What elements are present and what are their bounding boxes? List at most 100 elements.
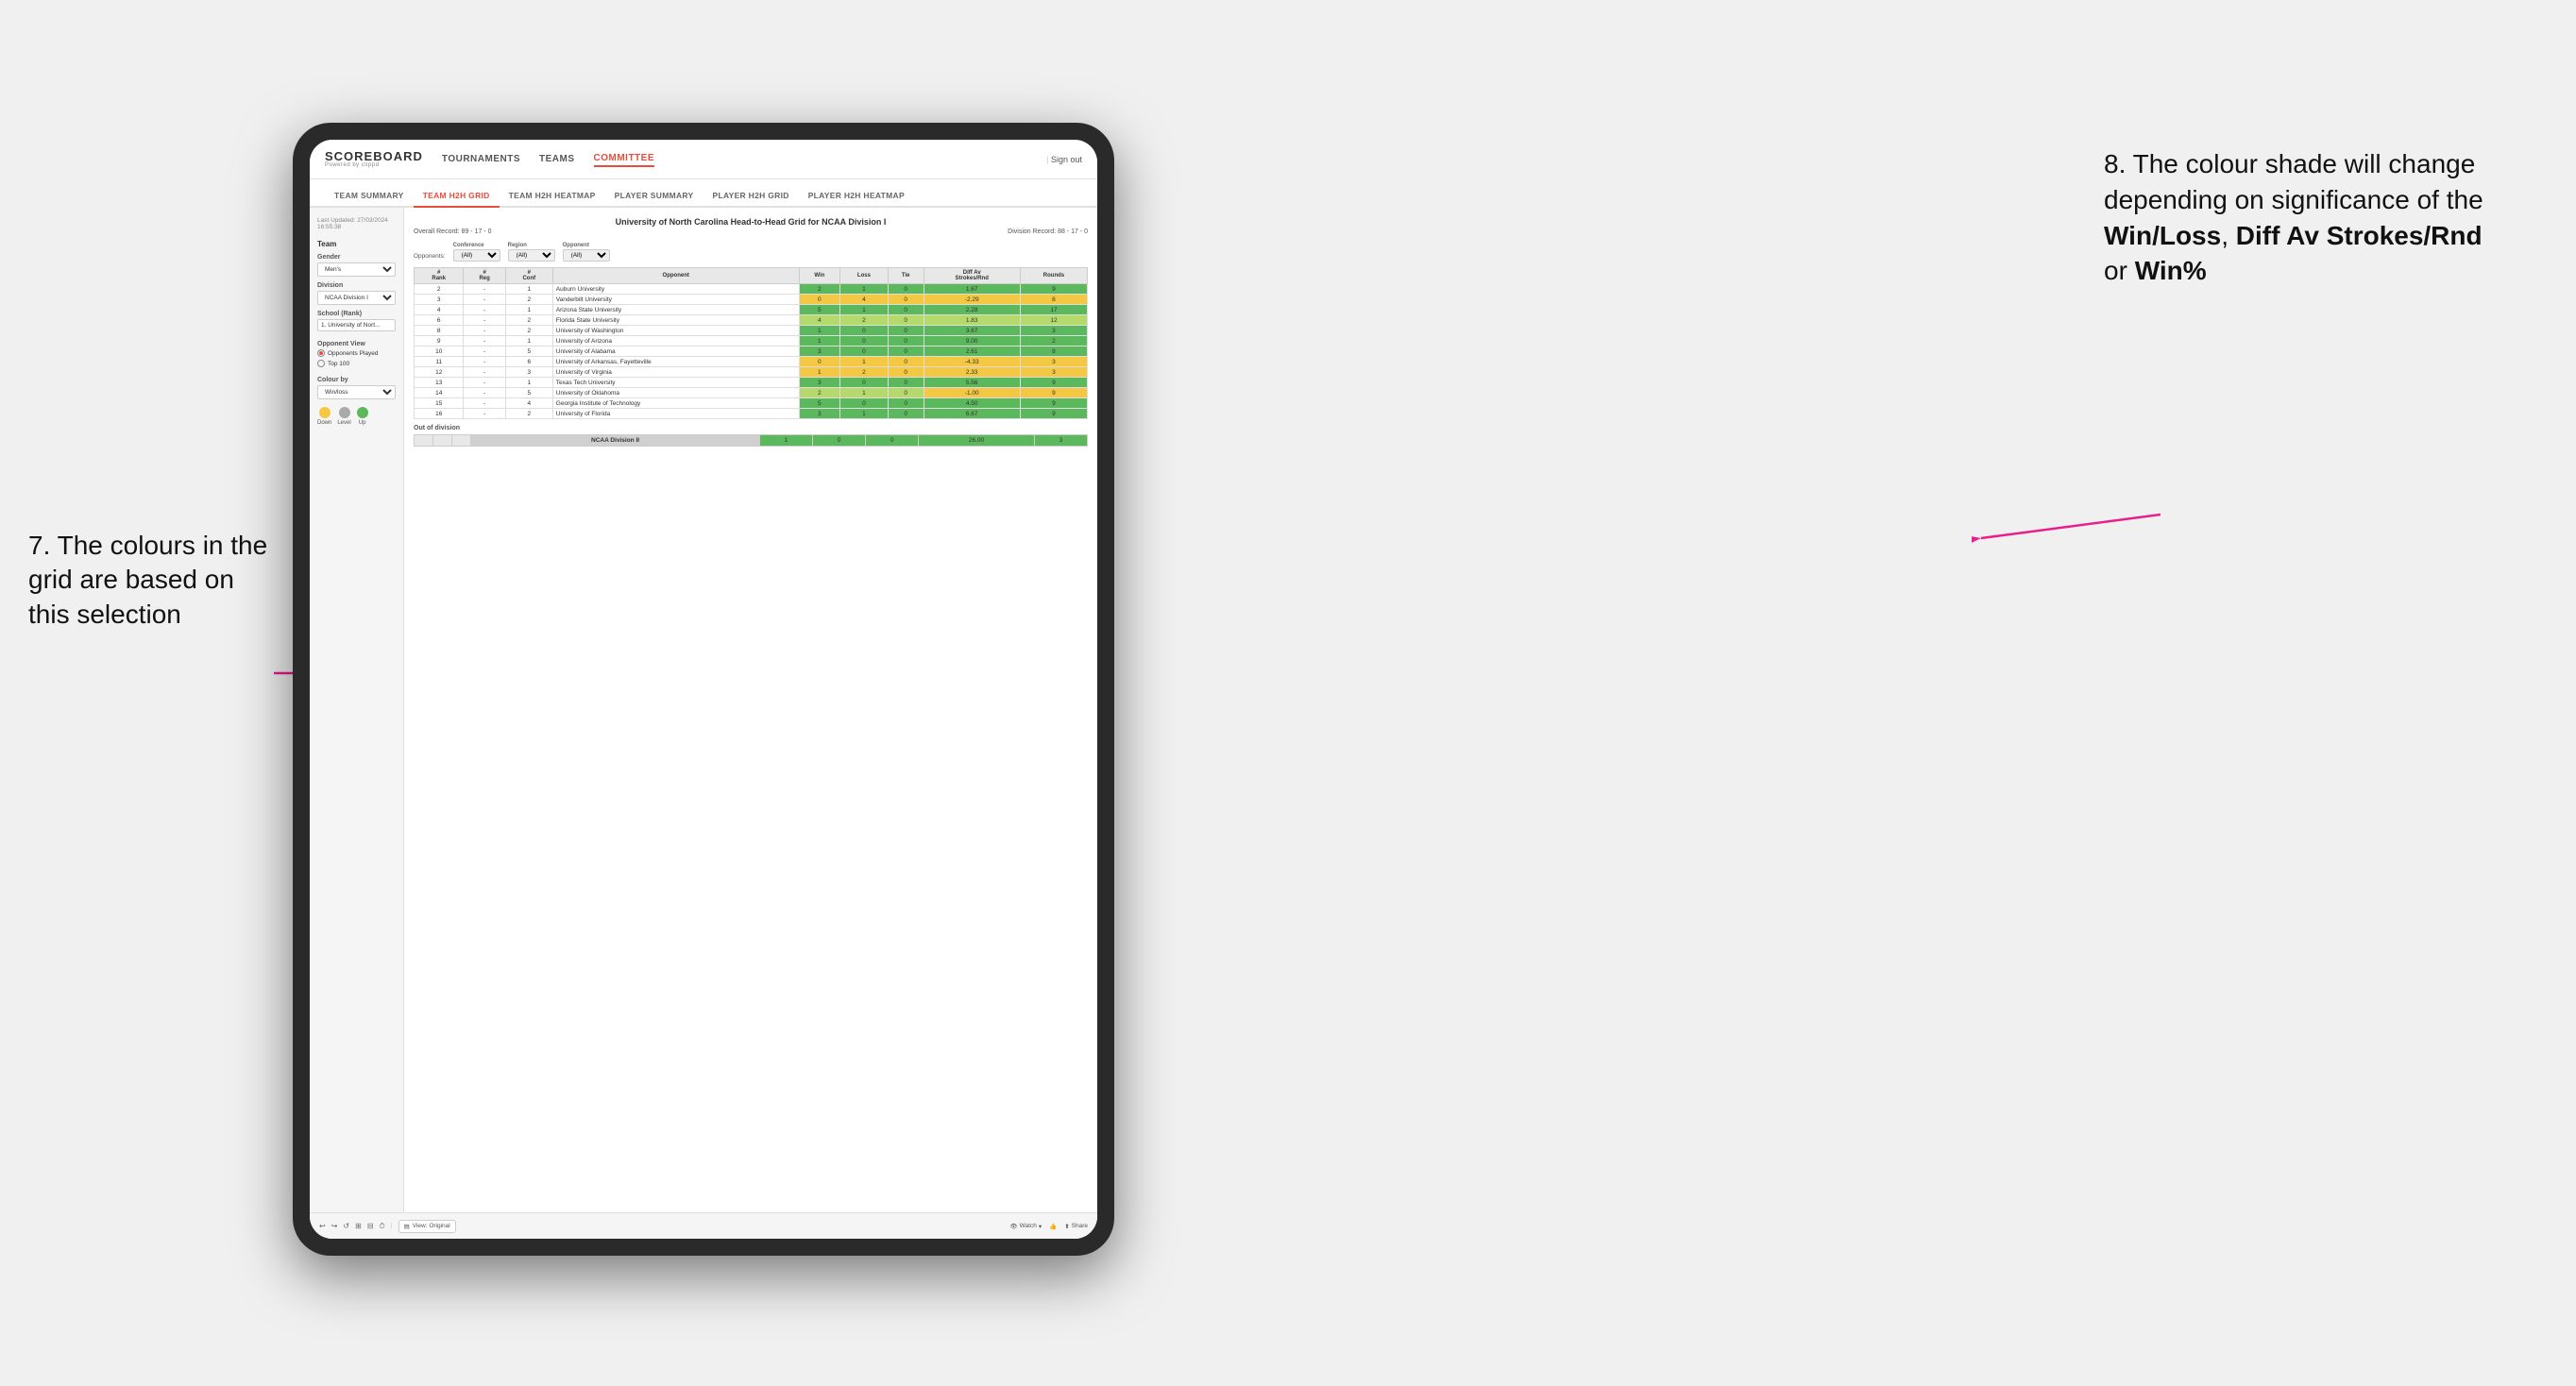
- bottom-toolbar: ↩ ↪ ↺ ⊞ ⊟ ⏱ | ▤ View: Original 👁 Watch ▾…: [310, 1212, 1097, 1239]
- arrow-right: [1972, 500, 2161, 548]
- table-row: 16-2University of Florida3106.679: [415, 409, 1088, 419]
- view-icon: ▤: [404, 1223, 410, 1230]
- watch-chevron: ▾: [1039, 1223, 1042, 1230]
- division-record: Division Record: 88 - 17 - 0: [1008, 228, 1088, 235]
- radio-opponents-played[interactable]: Opponents Played: [317, 349, 396, 357]
- overall-record: Overall Record: 89 - 17 - 0: [414, 228, 491, 235]
- nav-tournaments[interactable]: TOURNAMENTS: [442, 152, 520, 166]
- sidebar-gender-select[interactable]: Men's: [317, 262, 396, 277]
- colour-by-select[interactable]: Win/loss: [317, 385, 396, 399]
- radio-top100[interactable]: Top 100: [317, 360, 396, 367]
- out-division-rounds: 3: [1034, 435, 1087, 447]
- grid-records: Overall Record: 89 - 17 - 0 Division Rec…: [414, 228, 1088, 235]
- legend-down: Down: [317, 407, 331, 426]
- col-opponent: Opponent: [552, 268, 799, 284]
- app-header: SCOREBOARD Powered by clippd TOURNAMENTS…: [310, 140, 1097, 179]
- sidebar-school-label: School (Rank): [317, 311, 396, 317]
- redo-icon[interactable]: ↪: [331, 1222, 338, 1230]
- col-win: Win: [799, 268, 839, 284]
- opponents-label: Opponents:: [414, 253, 446, 262]
- out-division-row: NCAA Division II 1 0 0 26.00 3: [415, 435, 1088, 447]
- table-row: 15-4Georgia Institute of Technology5004.…: [415, 398, 1088, 409]
- tab-player-summary[interactable]: PLAYER SUMMARY: [605, 185, 703, 208]
- table-row: 11-6University of Arkansas, Fayetteville…: [415, 357, 1088, 367]
- sidebar-opponent-view: Opponent View Opponents Played Top 100: [317, 341, 396, 367]
- filter-opponent: Opponent (All): [563, 243, 610, 262]
- grid-area: University of North Carolina Head-to-Hea…: [404, 208, 1097, 1239]
- out-division-table: NCAA Division II 1 0 0 26.00 3: [414, 434, 1088, 447]
- col-reg: #Reg: [464, 268, 505, 284]
- conference-select[interactable]: (All): [453, 249, 500, 262]
- tab-player-h2h-grid[interactable]: PLAYER H2H GRID: [703, 185, 799, 208]
- sidebar-division-select[interactable]: NCAA Division I: [317, 291, 396, 305]
- col-tie: Tie: [888, 268, 924, 284]
- tab-team-h2h-heatmap[interactable]: TEAM H2H HEATMAP: [500, 185, 605, 208]
- grid-icon[interactable]: ⊟: [367, 1222, 374, 1230]
- sidebar: Last Updated: 27/03/2024 16:55:38 Team G…: [310, 208, 404, 1239]
- table-row: 14-5University of Oklahoma210-1.009: [415, 388, 1088, 398]
- table-row: 13-1Texas Tech University3005.569: [415, 378, 1088, 388]
- copy-icon[interactable]: ⊞: [355, 1222, 362, 1230]
- main-content: Last Updated: 27/03/2024 16:55:38 Team G…: [310, 208, 1097, 1239]
- nav-committee[interactable]: COMMITTEE: [594, 151, 655, 167]
- toolbar-divider: |: [391, 1223, 393, 1229]
- radio-top100-dot: [317, 360, 325, 367]
- share-button[interactable]: ⬆ Share: [1064, 1223, 1088, 1230]
- sidebar-team-label: Team: [317, 240, 396, 248]
- filter-region: Region (All): [508, 243, 555, 262]
- sidebar-division-label: Division: [317, 282, 396, 289]
- watch-button[interactable]: 👁 Watch ▾: [1009, 1223, 1042, 1230]
- radio-opponents-played-dot: [317, 349, 325, 357]
- legend-down-circle: [319, 407, 330, 418]
- table-row: 10-5University of Alabama3002.618: [415, 346, 1088, 357]
- table-row: 12-3University of Virginia1202.333: [415, 367, 1088, 378]
- logo-sub: Powered by clippd: [325, 162, 423, 168]
- tablet-screen: SCOREBOARD Powered by clippd TOURNAMENTS…: [310, 140, 1097, 1239]
- col-rounds: Rounds: [1020, 268, 1087, 284]
- table-row: 3-2Vanderbilt University040-2.298: [415, 295, 1088, 305]
- logo-area: SCOREBOARD Powered by clippd: [325, 150, 423, 168]
- view-original-button[interactable]: ▤ View: Original: [398, 1220, 456, 1233]
- out-division-name: NCAA Division II: [471, 435, 760, 447]
- clock-icon[interactable]: ⏱: [380, 1222, 385, 1231]
- col-diff: Diff AvStrokes/Rnd: [924, 268, 1020, 284]
- tab-team-h2h-grid[interactable]: TEAM H2H GRID: [414, 185, 500, 208]
- out-division-label: Out of division: [414, 425, 1088, 431]
- filters-row: Opponents: Conference (All) Region (All): [414, 243, 1088, 262]
- undo-icon[interactable]: ↩: [319, 1222, 326, 1230]
- tab-player-h2h-heatmap[interactable]: PLAYER H2H HEATMAP: [799, 185, 914, 208]
- nav-teams[interactable]: TEAMS: [539, 152, 575, 166]
- toolbar-right: 👁 Watch ▾ 👍 ⬆ Share: [1009, 1223, 1088, 1230]
- table-row: 6-2Florida State University4201.8312: [415, 315, 1088, 326]
- out-division-loss: 0: [813, 435, 866, 447]
- tablet-frame: SCOREBOARD Powered by clippd TOURNAMENTS…: [293, 123, 1114, 1256]
- thumbs-button[interactable]: 👍: [1049, 1223, 1057, 1230]
- out-division-win: 1: [760, 435, 813, 447]
- opponent-select[interactable]: (All): [563, 249, 610, 262]
- grid-title: University of North Carolina Head-to-Hea…: [414, 217, 1088, 227]
- out-division-diff: 26.00: [919, 435, 1035, 447]
- table-row: 8-2University of Washington1003.673: [415, 326, 1088, 336]
- data-table: #Rank #Reg #Conf Opponent Win Loss Tie D…: [414, 267, 1088, 419]
- legend-level: Level: [337, 407, 350, 426]
- col-conf: #Conf: [505, 268, 552, 284]
- filter-conference: Conference (All): [453, 243, 500, 262]
- annotation-left: 7. The colours in the grid are based on …: [28, 529, 274, 632]
- region-select[interactable]: (All): [508, 249, 555, 262]
- table-row: 9-1University of Arizona1009.002: [415, 336, 1088, 346]
- out-division-tie: 0: [866, 435, 919, 447]
- legend-level-circle: [339, 407, 350, 418]
- logo-text: SCOREBOARD: [325, 150, 423, 162]
- col-loss: Loss: [840, 268, 889, 284]
- sign-out-button[interactable]: Sign out: [1046, 155, 1082, 164]
- refresh-icon[interactable]: ↺: [343, 1222, 349, 1230]
- sub-nav: TEAM SUMMARY TEAM H2H GRID TEAM H2H HEAT…: [310, 179, 1097, 208]
- colour-legend: Down Level Up: [317, 407, 396, 426]
- sidebar-timestamp: Last Updated: 27/03/2024 16:55:38: [317, 217, 396, 230]
- view-label: View: Original: [413, 1223, 450, 1229]
- sidebar-gender-label: Gender: [317, 254, 396, 261]
- tab-team-summary[interactable]: TEAM SUMMARY: [325, 185, 414, 208]
- col-rank: #Rank: [415, 268, 464, 284]
- table-row: 2-1Auburn University2101.679: [415, 284, 1088, 295]
- annotation-right: 8. The colour shade will change dependin…: [2104, 146, 2500, 289]
